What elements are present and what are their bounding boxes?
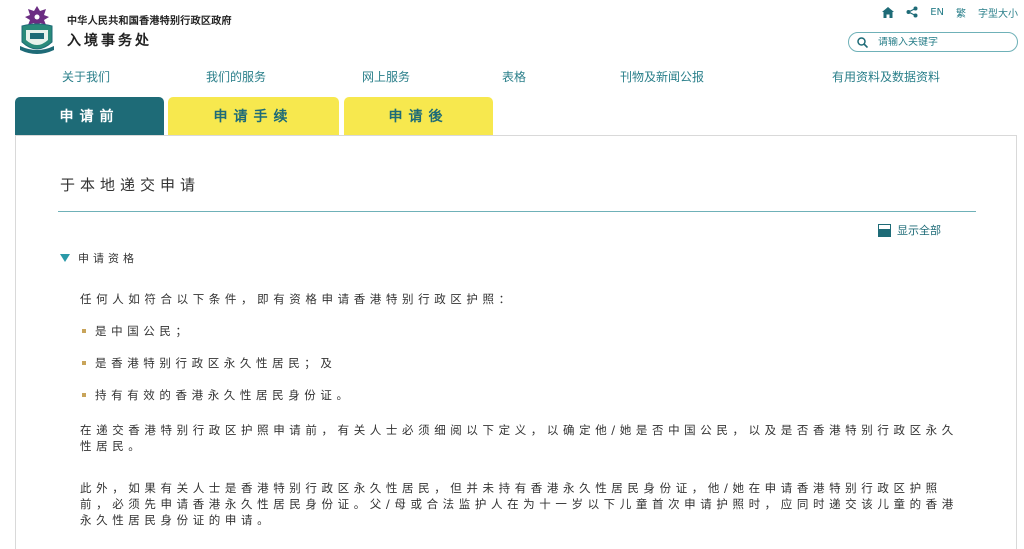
expand-all-icon[interactable]	[878, 223, 891, 237]
nav-about-us[interactable]: 关于我们	[62, 68, 110, 85]
home-icon[interactable]	[882, 6, 895, 18]
utility-bar: EN 繁 字型大小	[882, 4, 1018, 20]
id-card-paragraph: 此外，如果有关人士是香港特别行政区永久性居民，但并未持有香港永久性居民身份证，他…	[80, 481, 958, 527]
section-eligibility-header[interactable]: 申请资格	[60, 250, 138, 266]
show-all-label[interactable]: 显示全部	[897, 222, 941, 238]
lang-tc-link[interactable]: 繁	[956, 5, 966, 20]
eligibility-intro: 任何人如符合以下条件，即有资格申请香港特别行政区护照：	[80, 292, 515, 306]
main-nav: 关于我们 我们的服务 网上服务 表格 刊物及新闻公报 有用资料及数据资料	[0, 68, 1024, 90]
font-size-link[interactable]: 字型大小	[978, 5, 1018, 20]
page-title: 于本地递交申请	[60, 176, 201, 194]
list-item: 持有有效的香港永久性居民身份证。	[82, 387, 353, 403]
share-icon[interactable]	[906, 6, 918, 18]
nav-online-services[interactable]: 网上服务	[362, 68, 410, 85]
list-item-text: 持有有效的香港永久性居民身份证。	[95, 388, 353, 402]
tab-application-procedure[interactable]: 申请手续	[168, 97, 339, 135]
definition-paragraph: 在递交香港特别行政区护照申请前，有关人士必须细阅以下定义，以确定他/她是否中国公…	[80, 423, 958, 453]
nav-useful-info-statistics[interactable]: 有用资料及数据资料	[832, 68, 940, 85]
section-eligibility-title[interactable]: 申请资格	[78, 250, 138, 266]
list-item: 是香港特别行政区永久性居民；及	[82, 355, 337, 371]
immigration-emblem-logo[interactable]	[16, 4, 58, 56]
site-header: 中华人民共和国香港特别行政区政府 入境事务处 EN 繁 字型大小	[0, 0, 1024, 62]
nav-our-services[interactable]: 我们的服务	[206, 68, 266, 85]
show-all-toggle[interactable]: 显示全部	[878, 222, 941, 238]
tab-after-application[interactable]: 申请後	[344, 97, 493, 135]
government-name: 中华人民共和国香港特别行政区政府	[67, 16, 232, 27]
nav-publications-press[interactable]: 刊物及新闻公报	[620, 68, 704, 85]
content-panel: 于本地递交申请 显示全部 申请资格 任何人如符合以下条件，即有资格申请香港特别行…	[15, 135, 1017, 549]
title-divider	[58, 211, 976, 212]
lang-en-link[interactable]: EN	[930, 7, 944, 18]
bullet-square-icon	[82, 361, 86, 365]
triangle-down-icon[interactable]	[60, 254, 70, 262]
search-box	[848, 32, 1018, 52]
tab-before-application[interactable]: 申请前	[15, 97, 164, 135]
nav-forms[interactable]: 表格	[502, 68, 526, 85]
search-icon[interactable]	[857, 36, 868, 48]
bullet-square-icon	[82, 393, 86, 397]
list-item-text: 是香港特别行政区永久性居民；及	[95, 356, 337, 370]
list-item: 是中国公民；	[82, 323, 192, 339]
department-name[interactable]: 入境事务处	[67, 30, 152, 50]
search-input[interactable]	[878, 36, 998, 48]
bullet-square-icon	[82, 329, 86, 333]
list-item-text: 是中国公民；	[95, 324, 192, 338]
